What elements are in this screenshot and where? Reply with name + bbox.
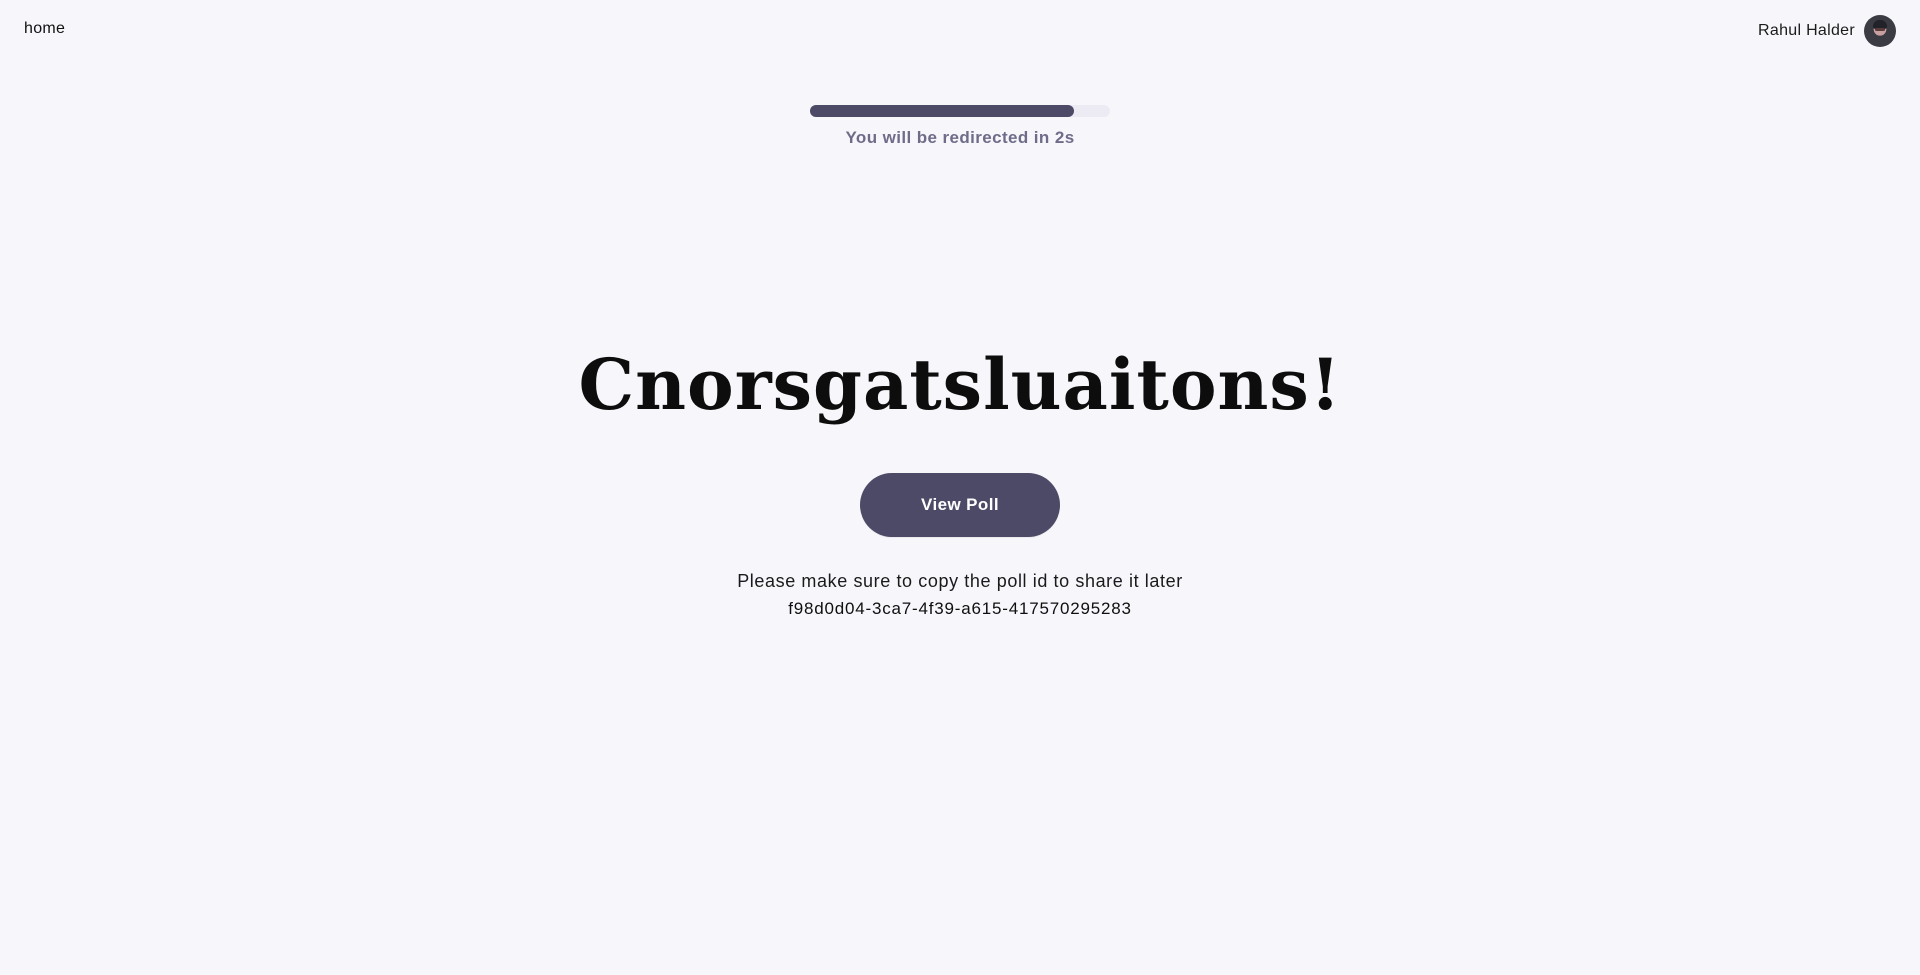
copy-poll-id-instruction: Please make sure to copy the poll id to … bbox=[737, 571, 1183, 591]
user-avatar-icon[interactable] bbox=[1864, 15, 1896, 47]
user-profile-area[interactable]: Rahul Halder bbox=[1758, 15, 1896, 47]
user-name: Rahul Halder bbox=[1758, 22, 1855, 39]
top-navigation-bar: home Rahul Halder bbox=[0, 0, 1920, 62]
redirect-progress-fill bbox=[810, 105, 1074, 117]
redirect-countdown-text: You will be redirected in 2s bbox=[845, 128, 1075, 147]
view-poll-button[interactable]: View Poll bbox=[860, 473, 1060, 537]
page-headline: Cnorsgatsluaitons! bbox=[578, 343, 1342, 426]
home-link[interactable]: home bbox=[24, 20, 65, 38]
poll-id-value: f98d0d04-3ca7-4f39-a615-417570295283 bbox=[788, 599, 1132, 618]
redirect-progress-bar bbox=[810, 105, 1110, 117]
